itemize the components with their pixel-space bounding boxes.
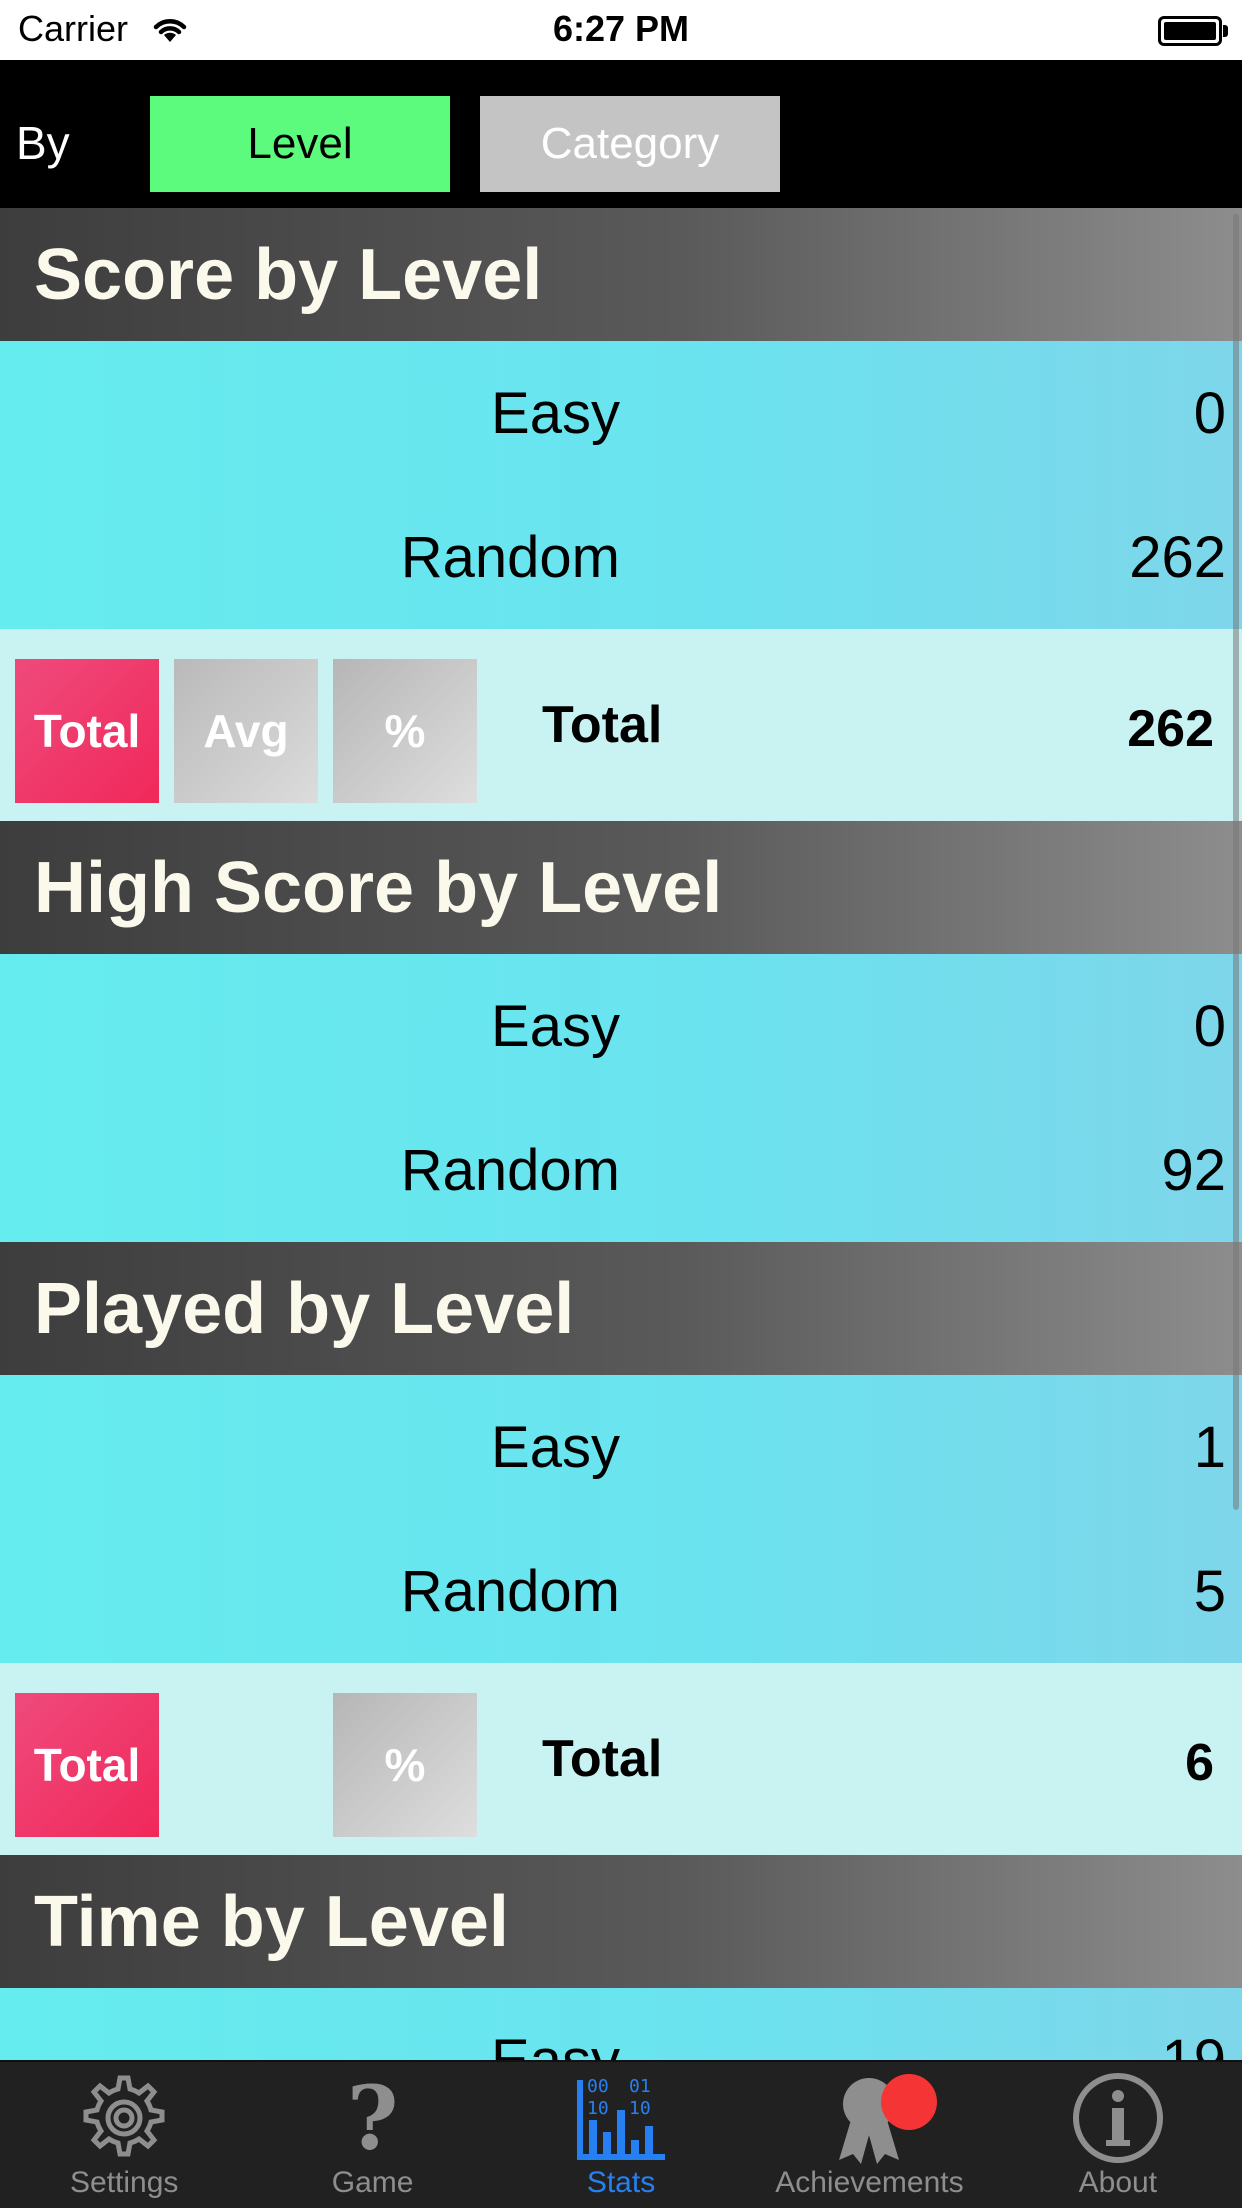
tab-label: About <box>1078 2166 1158 2199</box>
totals-label: Total <box>542 696 663 754</box>
row-label: Easy <box>491 1414 620 1480</box>
tab-label: Achievements <box>775 2166 964 2199</box>
tab-game[interactable]: ? Game <box>248 2062 496 2208</box>
svg-text:01: 01 <box>629 2076 651 2097</box>
time-rows: Easy 19 <box>0 1988 1242 2060</box>
segment-category[interactable]: Category <box>480 96 780 192</box>
percent-button[interactable]: % <box>333 1693 477 1837</box>
played-totals-row: Total % Total 6 <box>0 1663 1242 1855</box>
filter-bar: By Level Category <box>0 60 1242 208</box>
clock: 6:27 PM <box>552 8 690 49</box>
total-button[interactable]: Total <box>15 1693 159 1837</box>
totals-value: 262 <box>1127 700 1214 758</box>
percent-button[interactable]: % <box>333 659 477 803</box>
row-value: 19 <box>1161 2027 1226 2061</box>
notification-badge <box>881 2074 938 2130</box>
stat-row: Random 5 <box>0 1519 1242 1663</box>
section-header-score: Score by Level <box>0 208 1242 341</box>
svg-text:00: 00 <box>587 2076 609 2097</box>
tab-label: Game <box>331 2166 414 2199</box>
question-icon: ? <box>346 2066 399 2170</box>
row-label: Random <box>400 1558 620 1624</box>
score-rows: Easy 0 Random 262 <box>0 341 1242 629</box>
row-value: 0 <box>1193 380 1226 446</box>
row-label: Easy <box>491 2027 620 2061</box>
gear-icon <box>74 2068 174 2168</box>
stat-row: Easy 19 <box>0 1988 1242 2061</box>
stats-icon: 00 01 10 10 <box>571 2068 671 2168</box>
section-header-high-score: High Score by Level <box>0 821 1242 954</box>
by-label: By <box>16 117 70 169</box>
avg-button[interactable]: Avg <box>174 659 318 803</box>
section-header-time: Time by Level <box>0 1855 1242 1988</box>
tab-label: Settings <box>70 2166 179 2199</box>
row-label: Random <box>400 1137 620 1203</box>
row-value: 0 <box>1193 993 1226 1059</box>
svg-text:10: 10 <box>629 2098 651 2119</box>
segment-level[interactable]: Level <box>150 96 450 192</box>
stat-row: Easy 0 <box>0 954 1242 1098</box>
battery-icon <box>1158 16 1228 46</box>
totals-label: Total <box>542 1730 663 1788</box>
tab-achievements[interactable]: Achievements <box>745 2062 993 2208</box>
info-icon <box>1068 2068 1168 2168</box>
played-rows: Easy 1 Random 5 <box>0 1375 1242 1663</box>
row-label: Easy <box>491 993 620 1059</box>
row-value: 262 <box>1129 524 1226 590</box>
total-button[interactable]: Total <box>15 659 159 803</box>
tab-label: Stats <box>586 2166 656 2199</box>
row-value: 1 <box>1193 1414 1226 1480</box>
stat-row: Easy 1 <box>0 1375 1242 1519</box>
row-label: Easy <box>491 380 620 446</box>
row-value: 92 <box>1161 1137 1226 1203</box>
stat-row: Random 262 <box>0 485 1242 629</box>
score-totals-row: Total Avg % Total 262 <box>0 629 1242 821</box>
high-score-rows: Easy 0 Random 92 <box>0 954 1242 1242</box>
tab-stats[interactable]: 00 01 10 10 Stats <box>497 2062 745 2208</box>
tab-about[interactable]: About <box>994 2062 1242 2208</box>
row-value: 5 <box>1193 1558 1226 1624</box>
tab-bar: Settings ? Game 00 01 10 10 Stats Achiev… <box>0 2060 1242 2208</box>
status-bar: Carrier 6:27 PM <box>0 0 1242 60</box>
stat-row: Easy 0 <box>0 341 1242 485</box>
stats-scroll-view[interactable]: Score by Level Easy 0 Random 262 Total A… <box>0 208 1242 2060</box>
row-label: Random <box>400 524 620 590</box>
svg-text:10: 10 <box>587 2098 609 2119</box>
section-header-played: Played by Level <box>0 1242 1242 1375</box>
scroll-indicator[interactable] <box>1233 214 1239 1510</box>
stat-row: Random 92 <box>0 1098 1242 1242</box>
tab-settings[interactable]: Settings <box>0 2062 248 2208</box>
totals-value: 6 <box>1185 1734 1214 1792</box>
